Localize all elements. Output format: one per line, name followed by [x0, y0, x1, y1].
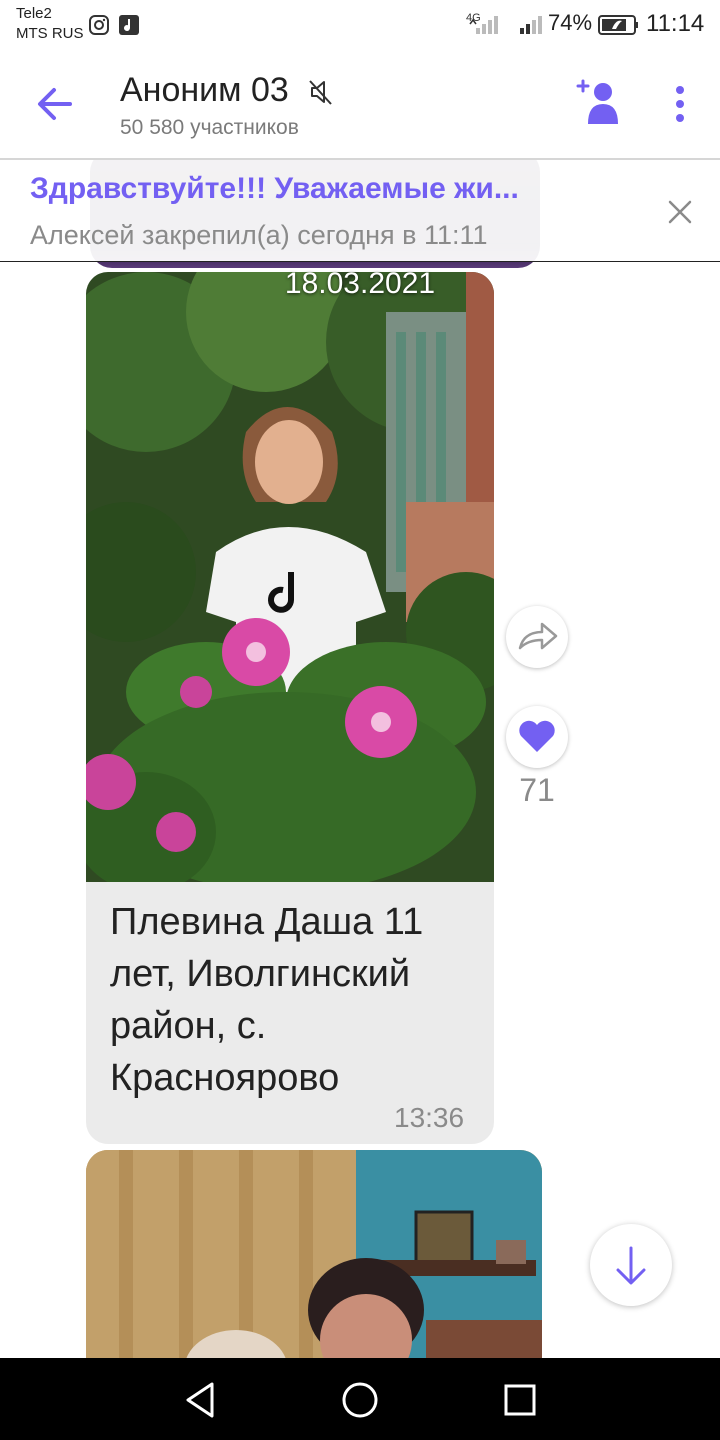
share-arrow-icon [518, 622, 558, 650]
clock: 11:14 [646, 10, 705, 37]
message-photo[interactable] [86, 272, 494, 882]
arrow-down-icon [616, 1246, 646, 1285]
instagram-icon [89, 15, 109, 35]
participants-count[interactable]: 50 580 участников [120, 116, 299, 140]
carrier-1: Tele2 [16, 5, 52, 22]
share-button[interactable] [506, 606, 568, 668]
signal-2-icon [520, 16, 542, 34]
add-participant-icon[interactable] [576, 78, 622, 128]
mute-icon [309, 80, 332, 105]
battery-percent: 74% [548, 10, 593, 35]
date-label: 18.03.2021 [284, 267, 436, 300]
music-app-icon [119, 15, 139, 35]
carrier-2: MTS RUS [16, 25, 84, 42]
pinned-message-title[interactable]: Здравствуйте!!! Уважаемые жи... [30, 172, 519, 206]
close-icon[interactable] [664, 196, 696, 228]
back-arrow-icon[interactable] [30, 78, 82, 130]
like-count: 71 [519, 772, 555, 808]
scroll-to-bottom-button[interactable] [590, 1224, 672, 1306]
battery-icon [598, 15, 638, 35]
message-bubble[interactable]: Плевина Даша 11 лет, Иволгинский район, … [86, 272, 494, 1144]
carrier-info: Tele2 MTS RUS [16, 4, 84, 44]
message-time: 13:36 [394, 1102, 465, 1133]
pinned-message-info: Алексей закрепил(а) сегодня в 11:11 [30, 220, 488, 250]
signal-1-icon [469, 16, 498, 34]
back-triangle-icon[interactable] [176, 1376, 224, 1424]
like-button[interactable] [506, 706, 568, 768]
more-vert-icon[interactable] [664, 84, 696, 124]
home-circle-icon[interactable] [336, 1376, 384, 1424]
chat-title[interactable]: Аноним 03 [120, 70, 289, 110]
recents-square-icon[interactable] [496, 1376, 544, 1424]
heart-icon [519, 720, 555, 752]
message-caption: Плевина Даша 11 лет, Иволгинский район, … [110, 901, 424, 1099]
